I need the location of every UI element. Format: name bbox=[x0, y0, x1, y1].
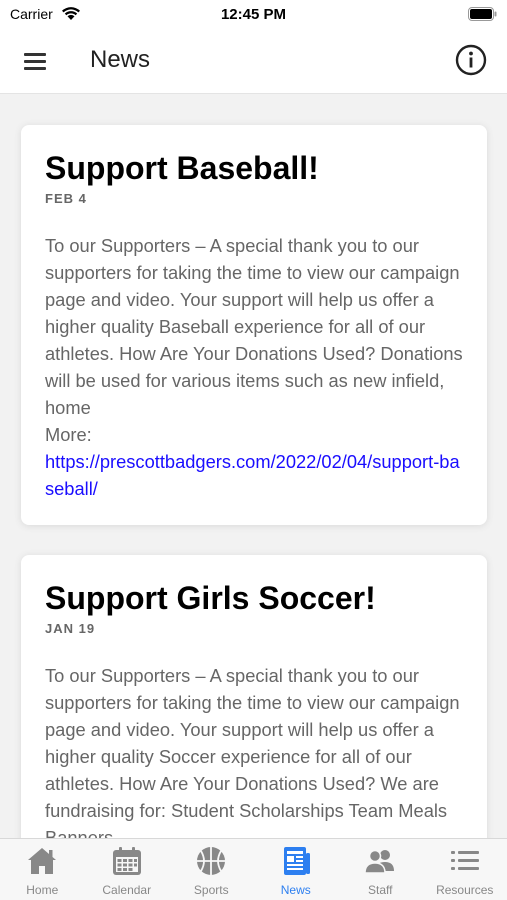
tab-label: Calendar bbox=[102, 883, 152, 897]
menu-icon-bar bbox=[24, 53, 46, 56]
tab-label: Resources bbox=[436, 883, 494, 897]
calendar-icon bbox=[112, 847, 141, 875]
basketball-icon bbox=[197, 847, 226, 875]
page-title: News bbox=[90, 46, 151, 73]
tab-resources[interactable]: Resources bbox=[423, 839, 507, 900]
menu-icon-bar bbox=[24, 67, 46, 70]
status-time: 12:45 PM bbox=[220, 6, 287, 23]
tab-staff[interactable]: Staff bbox=[338, 839, 423, 900]
news-excerpt: To our Supporters – A special thank you … bbox=[45, 235, 463, 418]
list-icon bbox=[450, 851, 479, 870]
tab-label: News bbox=[280, 883, 311, 897]
newspaper-icon bbox=[283, 847, 310, 875]
info-icon[interactable] bbox=[455, 44, 487, 76]
menu-icon-bar bbox=[24, 60, 46, 63]
tab-home[interactable]: Home bbox=[0, 839, 85, 900]
news-feed[interactable]: Support Baseball! FEB 4 To our Supporter… bbox=[0, 95, 507, 838]
tab-news[interactable]: News bbox=[254, 839, 339, 900]
home-icon bbox=[28, 848, 57, 874]
news-date: FEB 4 bbox=[45, 191, 87, 206]
news-card[interactable]: Support Baseball! FEB 4 To our Supporter… bbox=[21, 125, 487, 525]
news-link[interactable]: https://prescottbadgers.com/2022/02/04/s… bbox=[45, 448, 463, 502]
news-date: JAN 19 bbox=[45, 621, 96, 636]
news-excerpt: To our Supporters – A special thank you … bbox=[45, 665, 460, 838]
tab-sports[interactable]: Sports bbox=[169, 839, 254, 900]
app-header: News bbox=[0, 30, 507, 94]
news-title: Support Baseball! bbox=[45, 150, 319, 186]
news-card[interactable]: Support Girls Soccer! JAN 19 To our Supp… bbox=[21, 555, 487, 838]
battery-icon bbox=[468, 7, 497, 21]
status-bar: Carrier 12:45 PM bbox=[0, 0, 507, 30]
people-icon bbox=[364, 849, 395, 874]
news-title: Support Girls Soccer! bbox=[45, 580, 376, 616]
tab-bar: Home Calendar Sports News Staff Resource… bbox=[0, 838, 507, 900]
menu-button[interactable] bbox=[20, 48, 50, 74]
tab-label: Staff bbox=[368, 883, 393, 897]
tab-calendar[interactable]: Calendar bbox=[85, 839, 170, 900]
tab-label: Home bbox=[26, 883, 59, 897]
tab-label: Sports bbox=[193, 883, 229, 897]
more-label: More: bbox=[45, 424, 92, 445]
